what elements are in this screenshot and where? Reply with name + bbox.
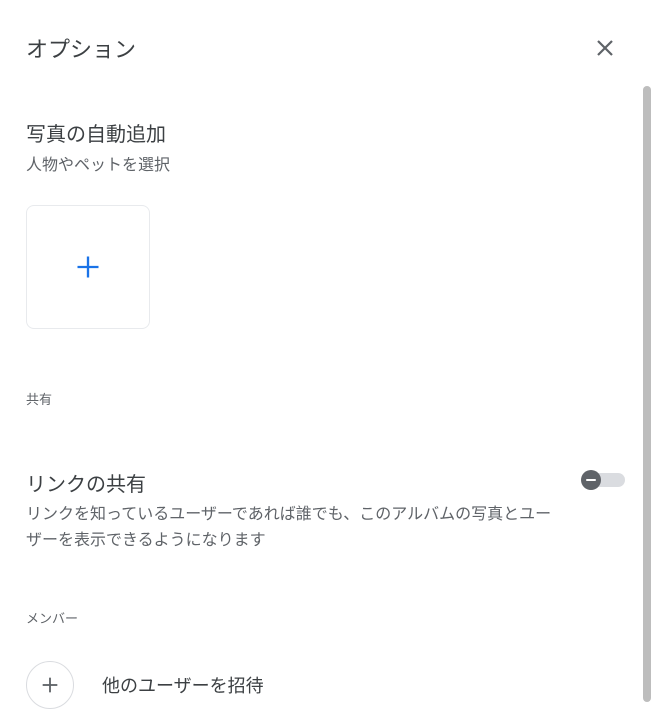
plus-icon bbox=[74, 253, 102, 281]
link-share-description: リンクを知っているユーザーであれば誰でも、このアルバムの写真とユーザーを表示でき… bbox=[26, 501, 561, 552]
auto-add-sub: 人物やペットを選択 bbox=[26, 151, 625, 175]
auto-add-heading: 写真の自動追加 bbox=[26, 118, 625, 147]
link-share-text: リンクの共有 リンクを知っているユーザーであれば誰でも、このアルバムの写真とユー… bbox=[26, 468, 581, 552]
add-person-tile[interactable] bbox=[26, 205, 150, 329]
plus-icon bbox=[39, 674, 61, 696]
link-share-toggle[interactable] bbox=[581, 470, 625, 490]
link-share-row: リンクの共有 リンクを知っているユーザーであれば誰でも、このアルバムの写真とユー… bbox=[26, 468, 625, 552]
share-group-label: 共有 bbox=[26, 389, 625, 408]
options-header: オプション bbox=[0, 0, 651, 68]
link-share-title: リンクの共有 bbox=[26, 468, 561, 497]
invite-users-row[interactable]: 他のユーザーを招待 bbox=[26, 661, 625, 709]
members-group-label: メンバー bbox=[26, 608, 625, 627]
options-content: 写真の自動追加 人物やペットを選択 共有 リンクの共有 リンクを知っているユーザ… bbox=[0, 118, 651, 709]
close-button[interactable] bbox=[585, 28, 625, 68]
options-title: オプション bbox=[26, 32, 136, 64]
scrollbar[interactable] bbox=[643, 86, 651, 702]
auto-add-section: 写真の自動追加 人物やペットを選択 bbox=[26, 118, 625, 329]
toggle-thumb bbox=[581, 470, 601, 490]
close-icon bbox=[593, 36, 617, 60]
invite-users-label: 他のユーザーを招待 bbox=[102, 672, 264, 698]
invite-circle bbox=[26, 661, 74, 709]
